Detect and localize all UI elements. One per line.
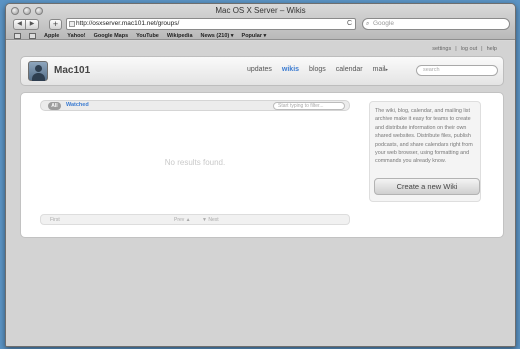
site-name: Mac101 bbox=[54, 65, 91, 76]
link-separator: | bbox=[455, 46, 457, 52]
back-button[interactable]: ◀ bbox=[13, 19, 26, 30]
pager-first-link[interactable]: First bbox=[50, 217, 60, 223]
pager-next-link[interactable]: ▼ Next bbox=[202, 217, 219, 223]
nav-mail-label: mail bbox=[372, 66, 386, 73]
wiki-info-box: The wiki, blog, calendar, and mailing li… bbox=[369, 101, 481, 202]
nav-blogs[interactable]: blogs bbox=[309, 66, 326, 73]
page-content: settings | log out | help Mac101 updates… bbox=[6, 41, 515, 346]
user-silhouette-icon bbox=[35, 65, 42, 72]
tab-watched[interactable]: Watched bbox=[66, 102, 89, 108]
address-text: http://osxserver.mac101.net/groups/ bbox=[76, 20, 180, 27]
bookmark-item[interactable]: Popular ▾ bbox=[242, 33, 267, 39]
filter-bar: All Watched Start typing to filter... bbox=[40, 100, 350, 111]
bookmarks-book-icon[interactable] bbox=[14, 33, 21, 39]
address-bar[interactable]: http://osxserver.mac101.net/groups/ C bbox=[66, 18, 356, 30]
nav-calendar[interactable]: calendar bbox=[336, 66, 363, 73]
history-buttons: ◀ ▶ bbox=[13, 19, 39, 30]
nav-wikis[interactable]: wikis bbox=[282, 66, 299, 73]
bookmark-item[interactable]: YouTube bbox=[136, 33, 159, 39]
forward-button[interactable]: ▶ bbox=[26, 19, 39, 30]
bookmark-item[interactable]: Wikipedia bbox=[167, 33, 193, 39]
reload-icon[interactable]: C bbox=[347, 19, 352, 29]
bookmark-item[interactable]: News (210) ▾ bbox=[201, 33, 234, 39]
settings-link[interactable]: settings bbox=[432, 46, 451, 52]
pagination-bar: First Prev ▲ ▼ Next bbox=[40, 214, 350, 225]
log-out-link[interactable]: log out bbox=[461, 46, 478, 52]
favicon-icon bbox=[69, 21, 75, 27]
wiki-list-panel: All Watched Start typing to filter... No… bbox=[20, 92, 504, 238]
tab-all[interactable]: All bbox=[48, 102, 61, 110]
filter-input[interactable]: Start typing to filter... bbox=[273, 102, 345, 110]
bookmarks-bar: Apple Yahoo! Google Maps YouTube Wikiped… bbox=[6, 31, 515, 41]
search-engine-icon: ⌕ bbox=[366, 21, 370, 27]
nav-mail[interactable]: mail▸ bbox=[373, 66, 388, 73]
nav-updates[interactable]: updates bbox=[247, 66, 272, 73]
help-link[interactable]: help bbox=[487, 46, 497, 52]
site-header: Mac101 updates wikis blogs calendar mail… bbox=[20, 56, 504, 86]
create-wiki-button[interactable]: Create a new Wiki bbox=[374, 178, 480, 195]
browser-chrome: Mac OS X Server – Wikis ◀ ▶ + http://osx… bbox=[6, 4, 515, 40]
browser-search-placeholder: Google bbox=[373, 20, 394, 27]
wiki-description: The wiki, blog, calendar, and mailing li… bbox=[375, 108, 473, 165]
link-separator: | bbox=[481, 46, 483, 52]
caret-right-icon: ▸ bbox=[385, 67, 388, 73]
empty-results-message: No results found. bbox=[164, 158, 226, 167]
browser-window: Mac OS X Server – Wikis ◀ ▶ + http://osx… bbox=[5, 3, 516, 347]
pager-prev-link[interactable]: Prev ▲ bbox=[174, 217, 191, 223]
bookmark-item[interactable]: Apple bbox=[44, 33, 59, 39]
account-links: settings | log out | help bbox=[432, 46, 497, 52]
main-nav: updates wikis blogs calendar mail▸ bbox=[247, 66, 388, 73]
bookmark-item[interactable]: Yahoo! bbox=[67, 33, 85, 39]
browser-search-field[interactable]: ⌕ Google bbox=[362, 18, 510, 30]
avatar[interactable] bbox=[28, 61, 48, 81]
window-title: Mac OS X Server – Wikis bbox=[215, 6, 306, 15]
top-sites-grid-icon[interactable] bbox=[29, 33, 36, 39]
add-bookmark-button[interactable]: + bbox=[49, 19, 62, 30]
site-search-input[interactable]: search bbox=[416, 65, 498, 76]
bookmark-item[interactable]: Google Maps bbox=[94, 33, 129, 39]
